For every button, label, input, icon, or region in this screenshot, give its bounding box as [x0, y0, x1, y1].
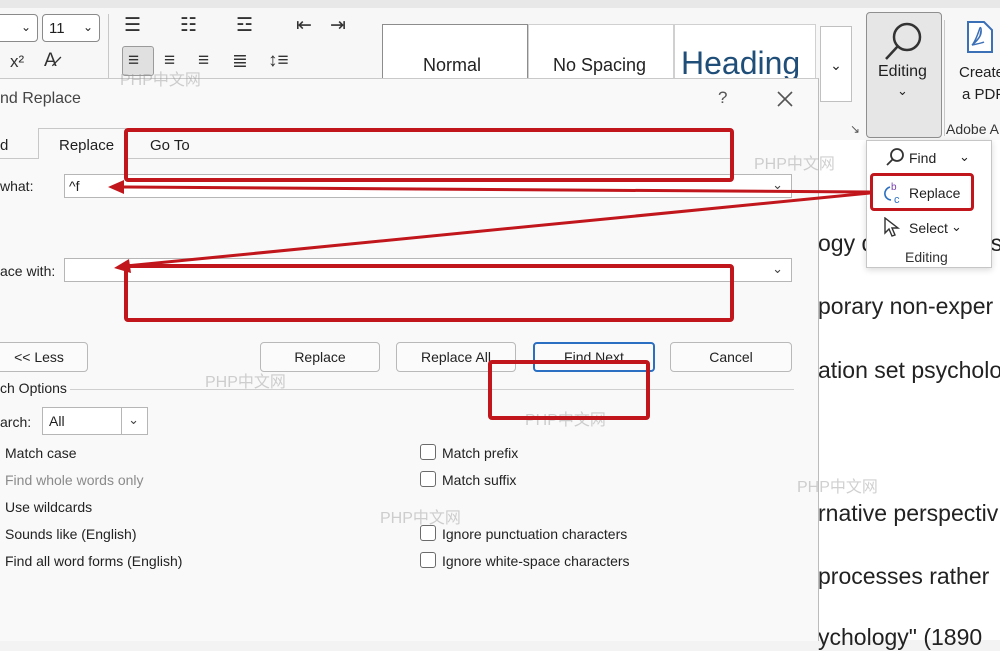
arrow-head [114, 259, 131, 273]
annotation-arrows [108, 180, 871, 273]
arrow-head [108, 180, 124, 194]
arrow-to-replace-field [125, 191, 871, 268]
arrow-to-find-field [119, 185, 871, 194]
